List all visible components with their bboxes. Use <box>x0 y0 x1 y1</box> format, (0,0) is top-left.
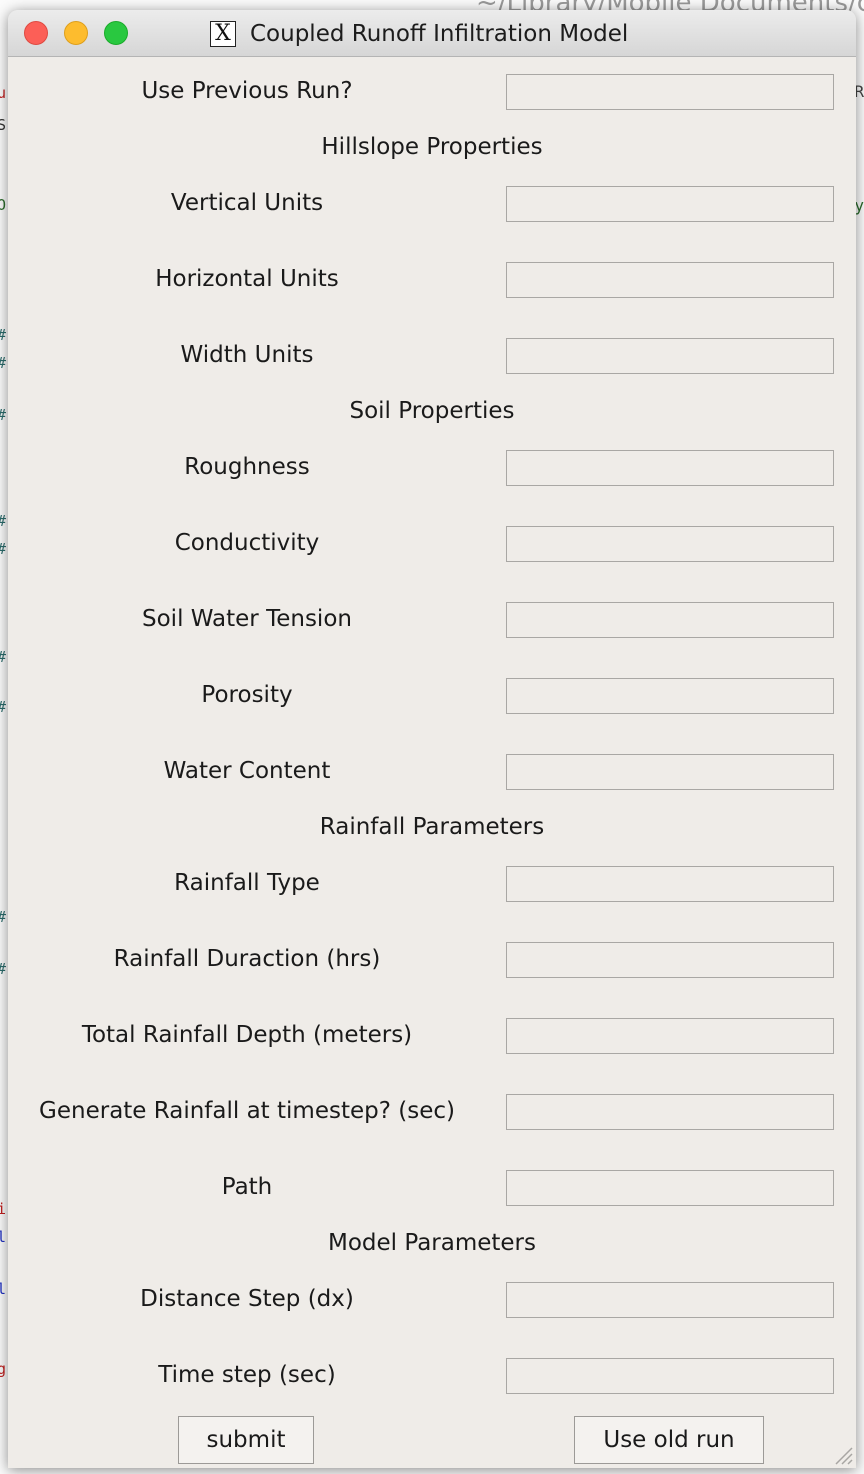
horizontal-units-label: Horizontal Units <box>155 266 339 292</box>
distance-step-label: Distance Step (dx) <box>140 1286 354 1312</box>
generate-rainfall-input[interactable] <box>506 1094 834 1130</box>
roughness-input[interactable] <box>506 450 834 486</box>
total-rainfall-depth-input[interactable] <box>506 1018 834 1054</box>
minimize-window-button[interactable] <box>64 21 88 45</box>
total-rainfall-depth-label: Total Rainfall Depth (meters) <box>81 1022 413 1048</box>
rainfall-type-input[interactable] <box>506 866 834 902</box>
water-content-input[interactable] <box>506 754 834 790</box>
porosity-input[interactable] <box>506 678 834 714</box>
hillslope-properties-heading: Hillslope Properties <box>321 134 543 160</box>
submit-button[interactable]: submit <box>178 1416 314 1464</box>
title-bar[interactable]: X Coupled Runoff Infiltration Model <box>8 10 856 57</box>
roughness-label: Roughness <box>184 454 310 480</box>
soil-properties-heading: Soil Properties <box>349 398 515 424</box>
width-units-label: Width Units <box>180 342 314 368</box>
path-input[interactable] <box>506 1170 834 1206</box>
rainfall-duration-input[interactable] <box>506 942 834 978</box>
dialog-window: X Coupled Runoff Infiltration Model Use … <box>8 10 856 1468</box>
model-parameters-heading: Model Parameters <box>327 1230 536 1256</box>
time-step-label: Time step (sec) <box>158 1362 336 1388</box>
generate-rainfall-label: Generate Rainfall at timestep? (sec) <box>39 1098 455 1124</box>
use-old-run-button[interactable]: Use old run <box>574 1416 764 1464</box>
rainfall-duration-label: Rainfall Duraction (hrs) <box>113 946 381 972</box>
time-step-input[interactable] <box>506 1358 834 1394</box>
rainfall-parameters-heading: Rainfall Parameters <box>319 814 545 840</box>
rainfall-type-label: Rainfall Type <box>174 870 320 896</box>
path-label: Path <box>221 1174 273 1200</box>
use-previous-run-input[interactable] <box>506 74 834 110</box>
width-units-input[interactable] <box>506 338 834 374</box>
vertical-units-input[interactable] <box>506 186 834 222</box>
porosity-label: Porosity <box>201 682 293 708</box>
use-previous-run-label: Use Previous Run? <box>141 78 353 104</box>
soil-water-tension-input[interactable] <box>506 602 834 638</box>
zoom-window-button[interactable] <box>104 21 128 45</box>
x11-icon: X <box>210 21 236 47</box>
soil-water-tension-label: Soil Water Tension <box>142 606 352 632</box>
water-content-label: Water Content <box>163 758 331 784</box>
conductivity-input[interactable] <box>506 526 834 562</box>
vertical-units-label: Vertical Units <box>170 190 324 216</box>
window-title: Coupled Runoff Infiltration Model <box>250 21 629 47</box>
conductivity-label: Conductivity <box>174 530 320 556</box>
distance-step-input[interactable] <box>506 1282 834 1318</box>
resize-grip-icon[interactable] <box>830 1442 854 1466</box>
horizontal-units-input[interactable] <box>506 262 834 298</box>
close-window-button[interactable] <box>24 21 48 45</box>
